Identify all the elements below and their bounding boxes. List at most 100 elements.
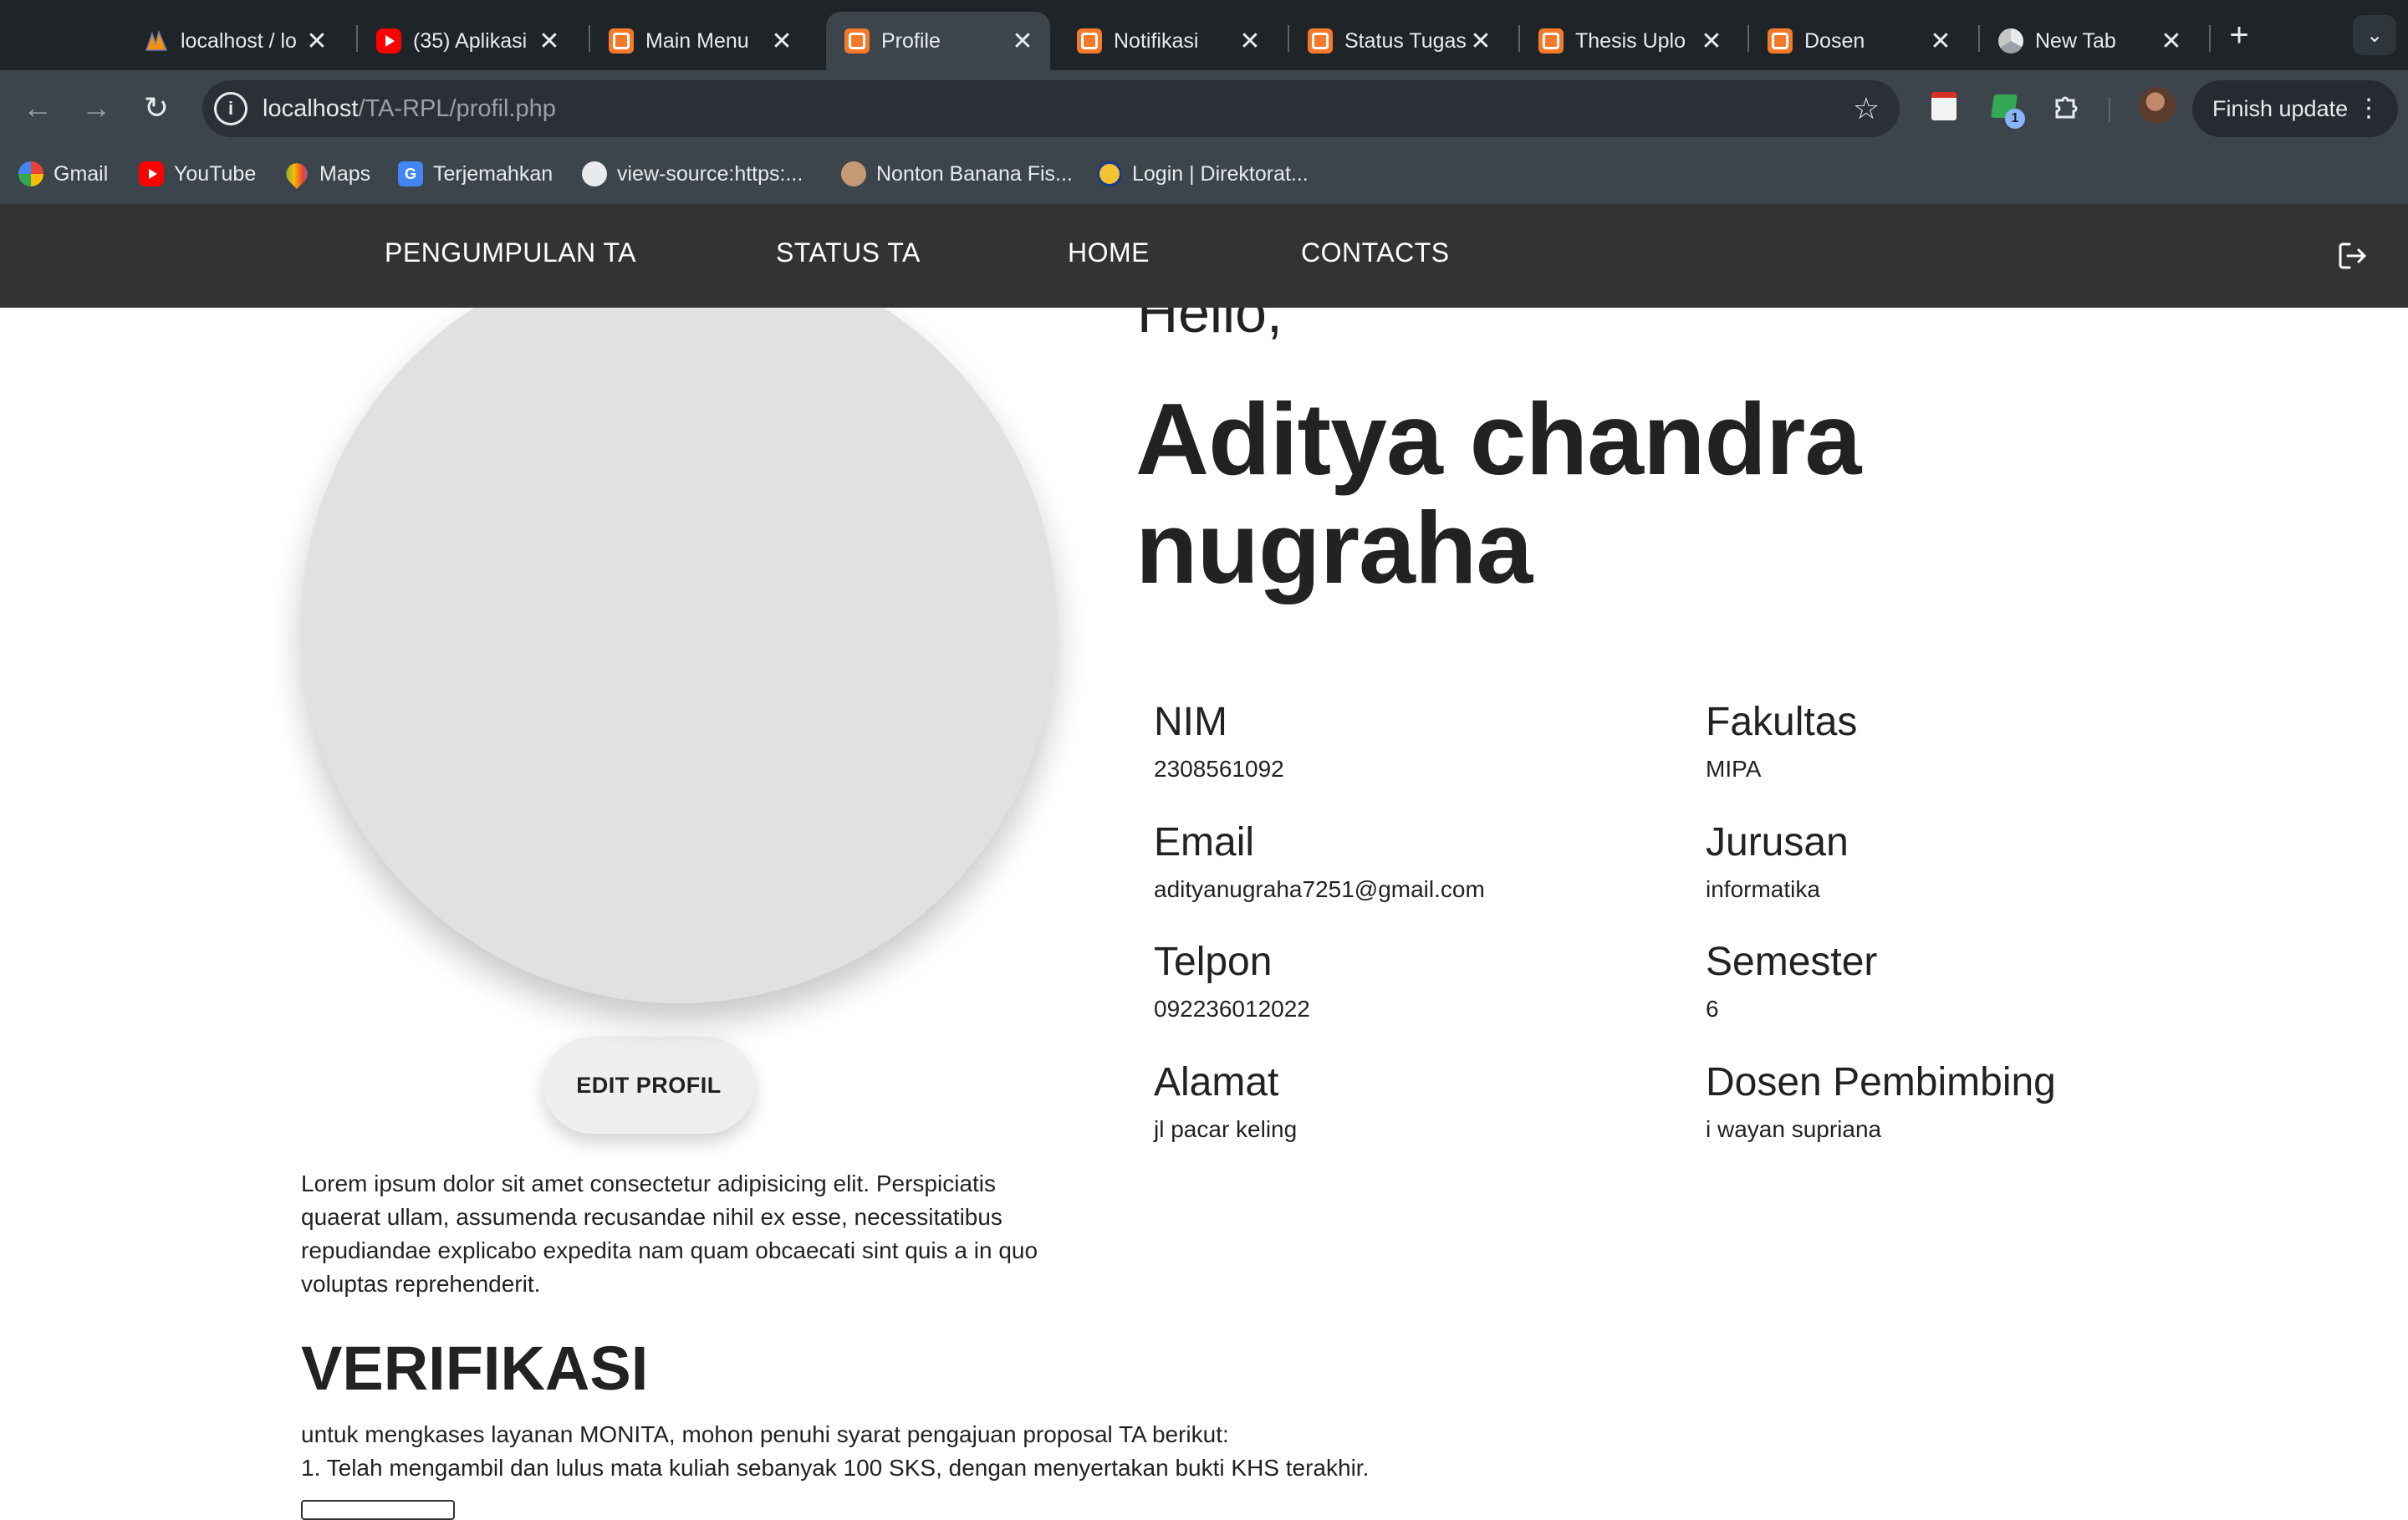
tab-profile[interactable]: Profile ✕ (826, 12, 1050, 70)
verifikasi-item: 1. Telah mengambil dan lulus mata kuliah… (301, 1455, 1370, 1481)
new-tab-button[interactable]: + (2221, 12, 2258, 59)
bookmark-label: YouTube (174, 161, 257, 186)
maps-icon (281, 158, 313, 190)
logout-icon[interactable] (2336, 239, 2370, 273)
info-label: Dosen Pembimbing (1706, 1060, 2056, 1104)
close-icon[interactable]: ✕ (1010, 27, 1035, 56)
nav-link-pengumpulan-ta[interactable]: PENGUMPULAN TA (385, 237, 636, 268)
youtube-icon (139, 161, 164, 186)
bookmark-terjemahkan[interactable]: G Terjemahkan (398, 159, 553, 189)
tab-phpmyadmin[interactable]: localhost / lo ✕ (125, 12, 344, 70)
info-label: Jurusan (1706, 820, 1849, 865)
close-icon[interactable]: ✕ (1699, 27, 1724, 56)
tab-dosen[interactable]: Dosen ✕ (1749, 12, 1968, 70)
edit-profile-button[interactable]: EDIT PROFIL (543, 1037, 754, 1134)
xampp-icon (1077, 28, 1102, 54)
tab-title: Notifikasi (1114, 28, 1199, 53)
url-path: /TA-RPL/profil.php (358, 95, 556, 122)
nav-link-contacts[interactable]: CONTACTS (1301, 237, 1450, 268)
tab-separator (2209, 25, 2211, 52)
finish-update-button[interactable]: Finish update ⋮ (2192, 80, 2398, 137)
info-label: Telpon (1154, 940, 1273, 984)
profile-bio: Lorem ipsum dolor sit amet consectetur a… (301, 1171, 1038, 1297)
info-label: Fakultas (1706, 700, 1858, 744)
xampp-icon (609, 28, 634, 54)
bookmark-label: Terjemahkan (433, 161, 554, 186)
close-icon[interactable]: ✕ (1928, 27, 1953, 56)
tab-title: localhost / lo (181, 28, 297, 53)
tab-youtube[interactable]: (35) Aplikasi ✕ (358, 12, 577, 70)
tab-notifikasi[interactable]: Notifikasi ✕ (1059, 12, 1278, 70)
nav-link-home[interactable]: HOME (1068, 237, 1150, 268)
tab-title: (35) Aplikasi (413, 28, 528, 53)
verifikasi-heading: VERIFIKASI (301, 1334, 649, 1403)
xampp-icon (1308, 28, 1333, 54)
bookmark-gmail[interactable]: Gmail (18, 159, 108, 189)
bookmark-youtube[interactable]: YouTube (139, 159, 256, 189)
reload-icon: ↻ (143, 90, 170, 125)
xampp-icon (1538, 28, 1564, 54)
info-label: Email (1154, 820, 1255, 865)
close-icon[interactable]: ✕ (2159, 27, 2184, 56)
close-icon[interactable]: ✕ (304, 27, 329, 56)
verifikasi-text: untuk mengkases layanan MONITA, mohon pe… (301, 1418, 1369, 1485)
xampp-icon (844, 28, 870, 54)
translate-icon: G (398, 161, 423, 186)
address-bar[interactable]: i localhost/TA-RPL/profil.php ☆ (202, 80, 1900, 137)
chevron-down-icon: ⌄ (2365, 23, 2384, 47)
pdf-extension-icon[interactable] (1925, 87, 1963, 125)
extension-badge-icon[interactable]: 1 (1985, 87, 2025, 129)
info-alamat: Alamat jl pacar keling (1154, 1059, 1297, 1146)
tab-thesis-upload[interactable]: Thesis Uplo ✕ (1520, 12, 1739, 70)
arrow-right-icon: → (81, 90, 111, 125)
chrome-icon (1998, 28, 2023, 54)
bookmark-label: Gmail (54, 161, 109, 186)
bookmark-label: Nonton Banana Fis... (876, 161, 1073, 186)
close-icon[interactable]: ✕ (537, 27, 562, 56)
tab-title: Status Tugas (1344, 28, 1467, 53)
bookmark-login[interactable]: Login | Direktorat... (1097, 159, 1309, 189)
info-value: adityanugraha7251@gmail.com (1154, 876, 1485, 902)
info-value: 092236012022 (1154, 996, 1310, 1022)
tab-main-menu[interactable]: Main Menu ✕ (590, 12, 809, 70)
nav-link-status-ta[interactable]: STATUS TA (776, 237, 921, 268)
info-email: Email adityanugraha7251@gmail.com (1154, 819, 1485, 906)
site-info-icon[interactable]: i (214, 92, 247, 125)
info-label: Alamat (1154, 1060, 1279, 1104)
info-telpon: Telpon 092236012022 (1154, 939, 1310, 1026)
tab-status-tugas[interactable]: Status Tugas ✕ (1289, 12, 1508, 70)
close-icon[interactable]: ✕ (1237, 27, 1263, 56)
bookmark-label: Login | Direktorat... (1132, 161, 1309, 186)
verifikasi-intro: untuk mengkases layanan MONITA, mohon pe… (301, 1421, 1229, 1447)
bookmark-star-icon[interactable]: ☆ (1846, 89, 1886, 129)
tab-search-button[interactable]: ⌄ (2353, 15, 2396, 55)
tab-new-tab[interactable]: New Tab ✕ (1980, 12, 2199, 70)
bookmark-view-source[interactable]: view-source:https:... (582, 159, 803, 189)
info-value: 2308561092 (1154, 756, 1284, 782)
tab-title: Profile (881, 28, 941, 53)
reload-button[interactable]: ↻ (135, 87, 177, 129)
upload-input-partial[interactable] (301, 1500, 455, 1520)
bookmark-maps[interactable]: Maps (281, 158, 371, 190)
toolbar-divider (2109, 97, 2110, 122)
xampp-icon (1768, 28, 1793, 54)
close-icon[interactable]: ✕ (1468, 27, 1493, 56)
info-value: 6 (1706, 996, 1719, 1022)
info-value: jl pacar keling (1154, 1116, 1298, 1142)
info-fakultas: Fakultas MIPA (1706, 699, 1857, 786)
face-icon (841, 161, 866, 186)
info-nim: NIM 2308561092 (1154, 699, 1284, 786)
extensions-puzzle-icon[interactable] (2047, 87, 2085, 125)
more-menu-icon[interactable]: ⋮ (2356, 92, 2381, 125)
bookmark-label: Maps (319, 161, 371, 186)
profile-avatar[interactable] (2139, 87, 2176, 124)
url-host: localhost (263, 95, 359, 122)
gmail-icon (18, 161, 43, 186)
close-icon[interactable]: ✕ (769, 27, 794, 56)
url-text[interactable]: localhost/TA-RPL/profil.php (263, 95, 556, 123)
back-button[interactable]: ← (17, 87, 59, 129)
info-label: NIM (1154, 700, 1227, 744)
bookmarks-bar: Gmail YouTube Maps G Terjemahkan view-so… (0, 147, 2408, 197)
forward-button[interactable]: → (75, 87, 117, 129)
bookmark-nonton[interactable]: Nonton Banana Fis... (841, 159, 1073, 189)
